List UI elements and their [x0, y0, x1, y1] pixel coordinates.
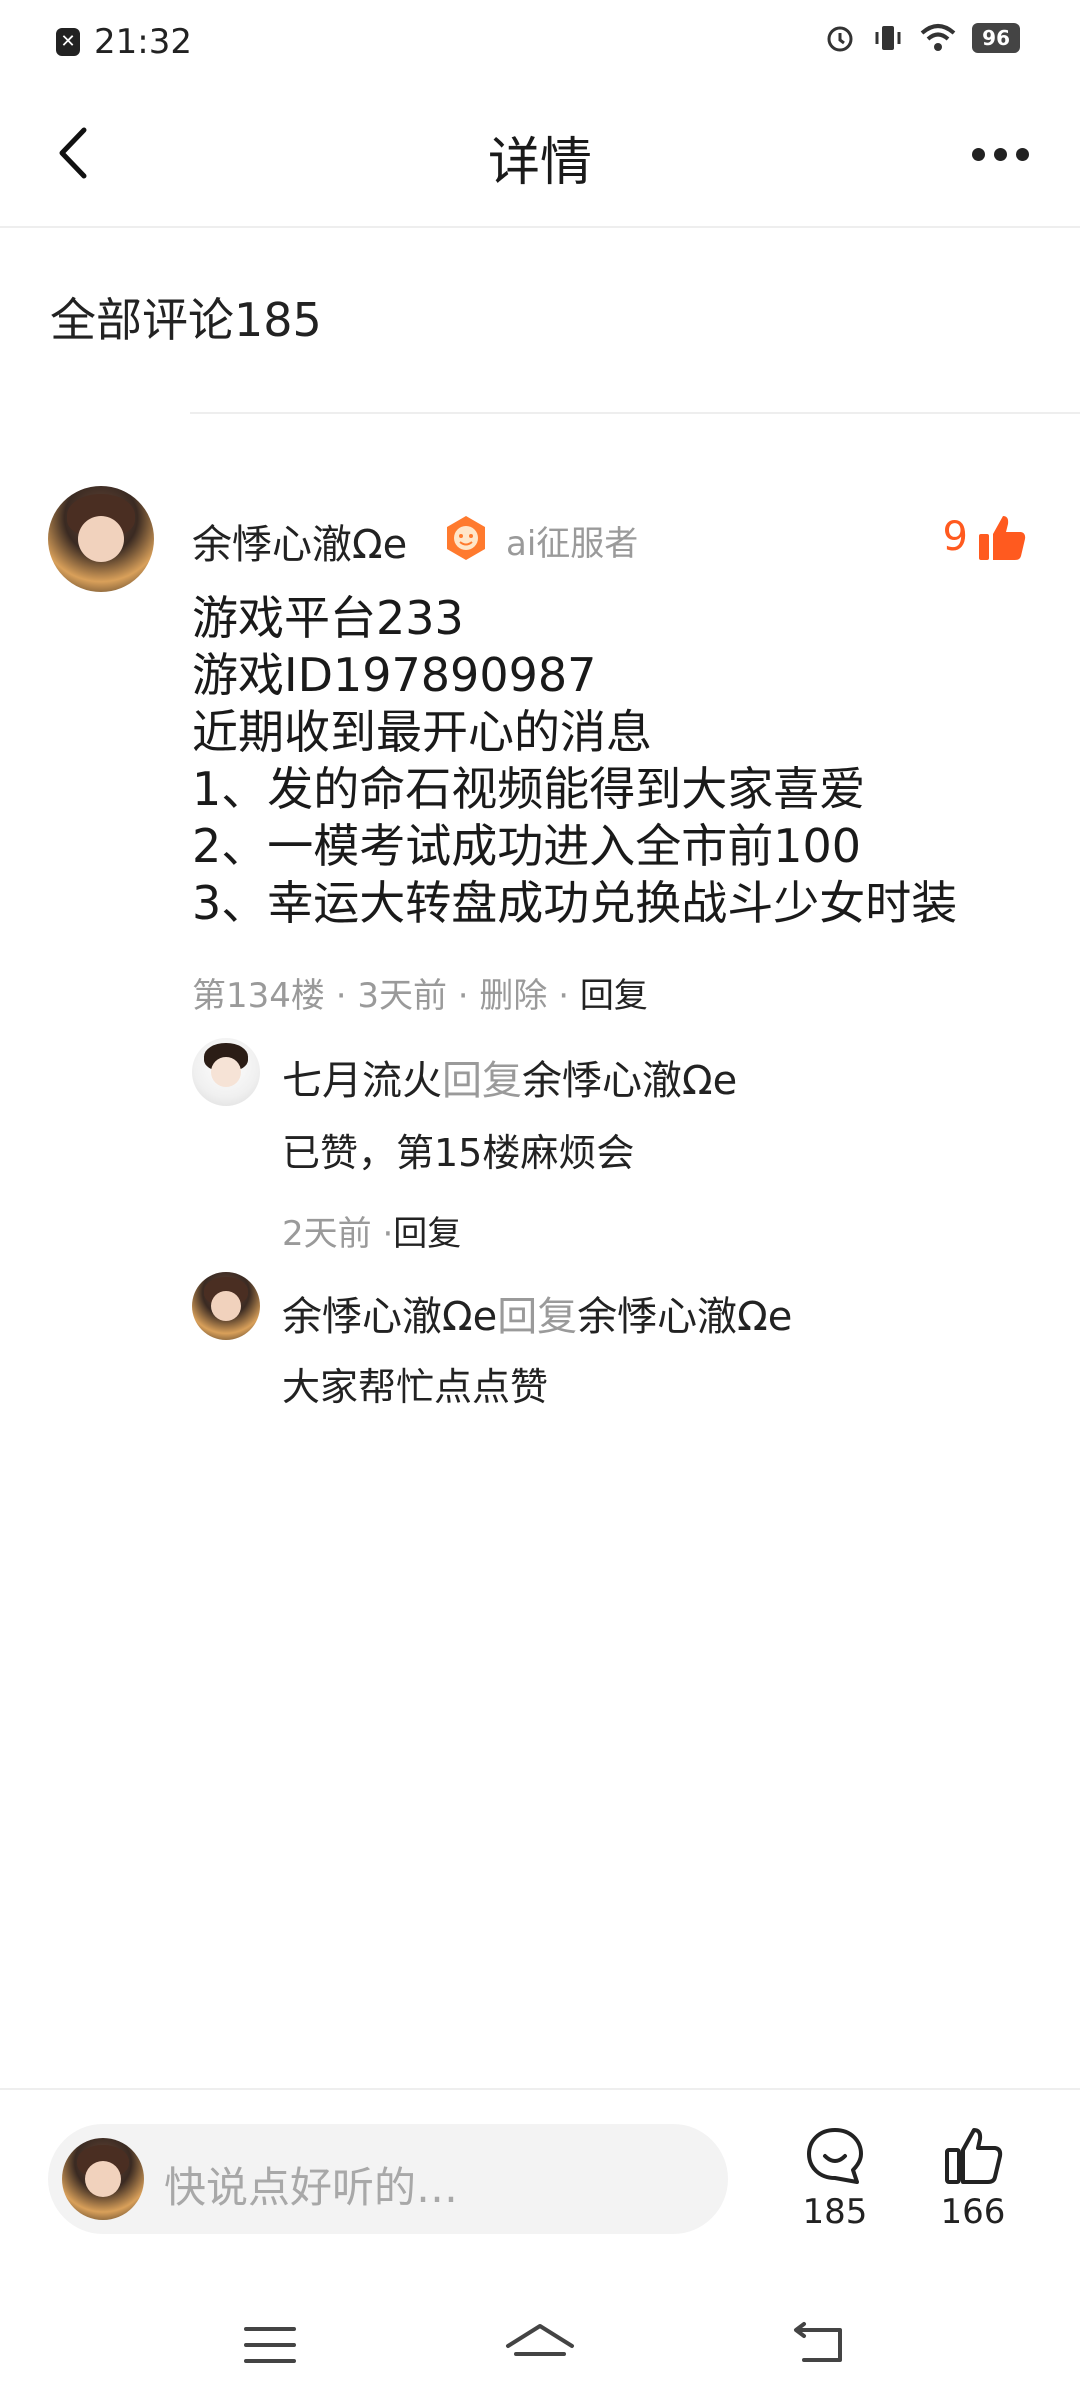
battery-icon: 96: [972, 23, 1020, 53]
back-nav-button[interactable]: [770, 2310, 870, 2380]
thumbs-up-outline-icon: [945, 2128, 1003, 2184]
status-left: ✕ 21:32: [56, 22, 192, 62]
level-badge-icon: [447, 516, 485, 560]
comment-line: 1、发的命石视频能得到大家喜爱: [192, 762, 866, 816]
comments-button[interactable]: 185: [780, 2124, 890, 2232]
badge-label: ai征服者: [506, 524, 639, 564]
return-icon: [794, 2322, 842, 2362]
like-button[interactable]: 166: [918, 2124, 1028, 2232]
more-dots-icon: [971, 147, 985, 161]
more-options-button[interactable]: [960, 124, 1040, 184]
divider: [0, 2088, 1080, 2090]
comment-line: 游戏ID197890987: [192, 648, 597, 702]
comments-count-title: 全部评论185: [50, 293, 322, 347]
reply-meta: 2天前 ·回复: [282, 1214, 462, 1254]
home-icon: [506, 2324, 574, 2356]
vibrate-icon: [875, 26, 901, 50]
comment-username[interactable]: 余悸心澈Ωe: [192, 512, 407, 570]
menu-icon: [244, 2327, 296, 2363]
divider: [190, 412, 1080, 414]
comment-bubble-icon: [807, 2128, 863, 2184]
comment-meta: 第134楼 · 3天前 · 删除 · 回复: [192, 976, 648, 1016]
floor-number: 第134楼: [192, 976, 325, 1016]
menu-button[interactable]: [220, 2310, 320, 2380]
like-count: 166: [940, 2192, 1006, 2232]
reply-username[interactable]: 七月流火: [282, 1058, 442, 1104]
reply-header: 七月流火回复余悸心澈Ωe: [282, 1058, 738, 1104]
avatar[interactable]: [192, 1038, 260, 1106]
thumbs-up-icon[interactable]: [976, 512, 1028, 564]
reply-link[interactable]: 回复: [580, 976, 648, 1016]
input-placeholder: 快说点好听的…: [164, 2163, 459, 2212]
home-button[interactable]: [490, 2310, 590, 2380]
reply-target[interactable]: 余悸心澈Ωe: [577, 1294, 792, 1340]
status-right: 96: [824, 22, 1020, 54]
close-box-icon: ✕: [56, 28, 80, 56]
reply-target[interactable]: 余悸心澈Ωe: [522, 1058, 737, 1104]
delete-link[interactable]: 删除: [479, 976, 547, 1016]
avatar[interactable]: [192, 1272, 260, 1340]
status-bar: ✕ 21:32 96: [0, 0, 1080, 84]
avatar: [62, 2138, 144, 2220]
alarm-icon: [827, 26, 853, 52]
comment-line: 游戏平台233: [192, 591, 464, 645]
comment-time: 3天前: [357, 976, 447, 1016]
comment-like-count: 9: [942, 514, 968, 560]
comment-detail-page: ✕ 21:32 96 详情 全部评论185 余悸心澈Ωe ai征服者 9 游戏平…: [0, 0, 1080, 2400]
comment-line: 3、幸运大转盘成功兑换战斗少女时装: [192, 876, 958, 930]
status-time: 21:32: [94, 22, 192, 62]
reply-header: 余悸心澈Ωe回复余悸心澈Ωe: [282, 1294, 793, 1340]
comment-line: 2、一模考试成功进入全市前100: [192, 819, 862, 873]
top-app-bar: 详情: [0, 84, 1080, 228]
page-title: 详情: [487, 133, 592, 193]
wifi-icon: [920, 24, 956, 51]
reply-text: 已赞，第15楼麻烦会: [282, 1131, 635, 1175]
reply-link[interactable]: 回复: [393, 1214, 461, 1254]
comment-input[interactable]: 快说点好听的…: [48, 2124, 728, 2234]
reply-time: 2天前: [282, 1214, 372, 1254]
reply-text: 大家帮忙点点赞: [282, 1365, 549, 1409]
comment-line: 近期收到最开心的消息: [192, 705, 652, 759]
comment-count: 185: [802, 2192, 868, 2232]
avatar[interactable]: [48, 486, 154, 592]
reply-username[interactable]: 余悸心澈Ωe: [282, 1294, 497, 1340]
comment-text: 游戏平台233 游戏ID197890987 近期收到最开心的消息 1、发的命石视…: [192, 590, 957, 932]
system-nav-bar: [0, 2290, 1080, 2400]
